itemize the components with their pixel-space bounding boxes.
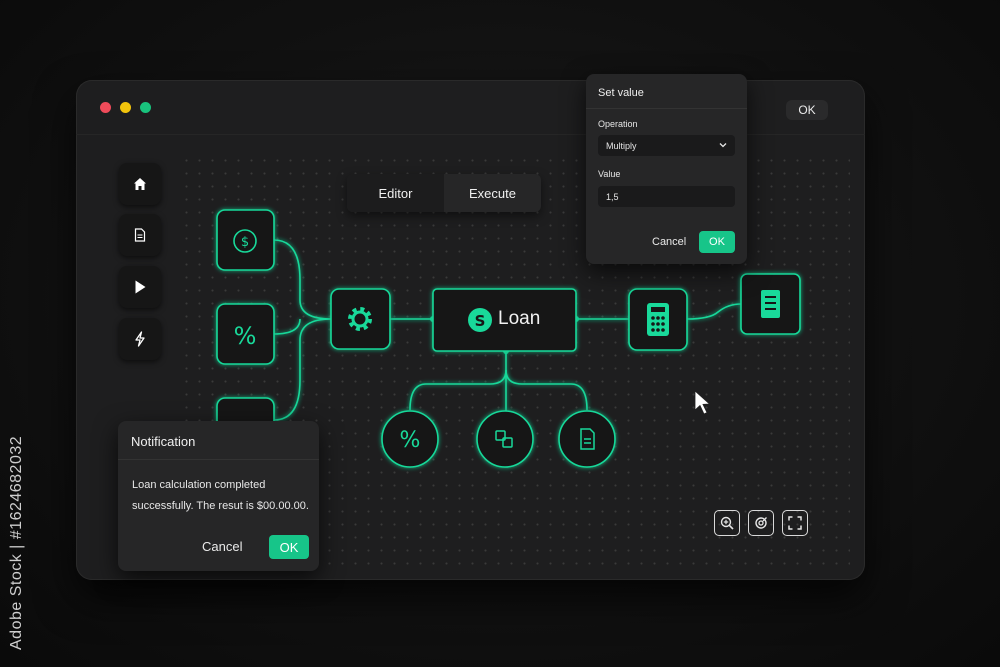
percent-bottom-icon: % xyxy=(400,428,421,453)
operation-select[interactable]: Multiply xyxy=(598,135,735,156)
notification-title: Notification xyxy=(131,434,196,449)
percent-icon: % xyxy=(234,322,257,350)
set-value-panel: Set value Operation Multiply Value 1,5 C… xyxy=(586,74,747,264)
recenter-button[interactable] xyxy=(748,510,774,536)
operation-select-value: Multiply xyxy=(606,140,637,151)
operation-label: Operation xyxy=(598,119,638,129)
value-input[interactable]: 1,5 xyxy=(598,186,735,207)
report-icon xyxy=(761,290,780,318)
connector-dollar-gear xyxy=(273,239,332,320)
divider xyxy=(118,459,319,460)
connector-calc-report xyxy=(686,303,742,320)
set-value-ok-button[interactable]: OK xyxy=(699,231,735,253)
notification-cancel-button[interactable]: Cancel xyxy=(202,539,242,554)
stock-id-watermark: Adobe Stock | #1624682032 xyxy=(8,435,25,650)
divider xyxy=(586,108,747,109)
notification-ok-button[interactable]: OK xyxy=(269,535,309,559)
chevron-down-icon xyxy=(719,143,727,148)
notification-message: Loan calculation completed successfully.… xyxy=(132,479,309,512)
loan-node-label: Loan xyxy=(498,308,541,329)
mouse-cursor-icon xyxy=(694,390,711,415)
value-label: Value xyxy=(598,169,621,179)
fullscreen-icon xyxy=(788,516,802,530)
zoom-target-icon xyxy=(755,517,767,529)
connector-percent-gear xyxy=(273,318,301,335)
set-value-cancel-button[interactable]: Cancel xyxy=(652,236,686,248)
svg-text:S: S xyxy=(475,312,486,330)
set-value-title: Set value xyxy=(598,87,644,99)
gear-node[interactable] xyxy=(330,288,391,350)
calculator-icon xyxy=(647,303,669,336)
notification-panel: Notification Loan calculation completed … xyxy=(118,421,319,571)
connector-loan-bottom xyxy=(409,351,507,411)
svg-text:$: $ xyxy=(241,235,249,250)
loan-dollar-icon: S xyxy=(468,308,492,332)
fullscreen-button[interactable] xyxy=(782,510,808,536)
zoom-in-icon xyxy=(720,516,734,530)
zoom-in-button[interactable] xyxy=(714,510,740,536)
